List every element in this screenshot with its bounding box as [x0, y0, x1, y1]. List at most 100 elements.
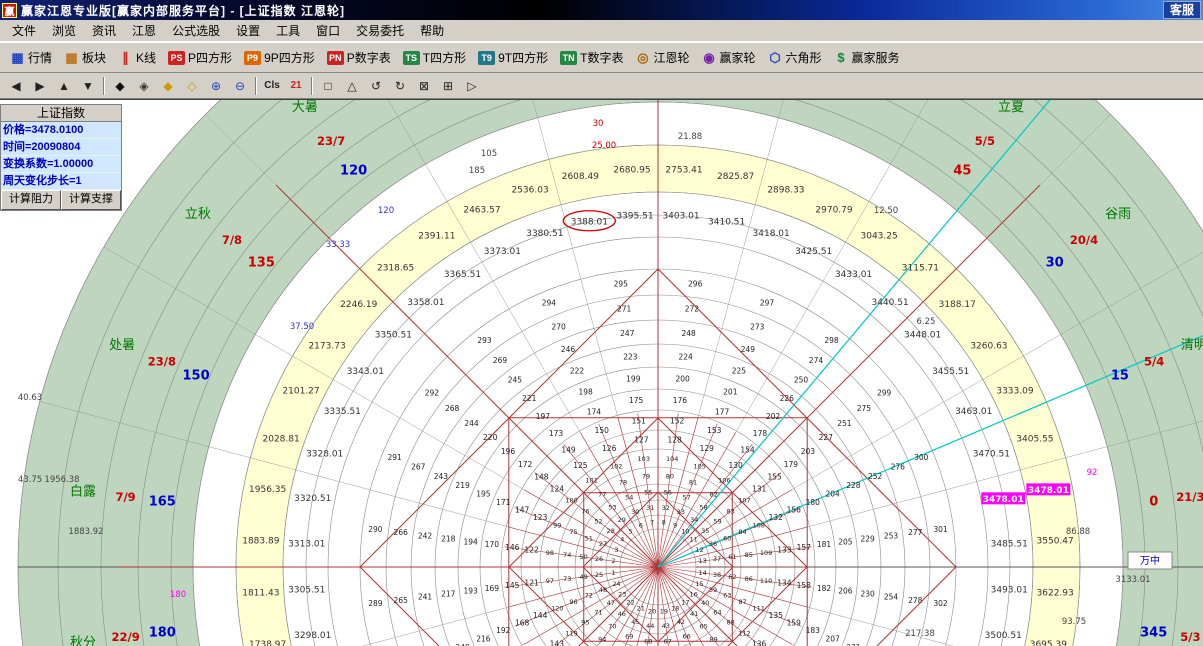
svg-text:226: 226 [780, 394, 795, 403]
svg-text:31: 31 [646, 504, 654, 512]
svg-text:3433.01: 3433.01 [835, 270, 872, 280]
svg-text:3478.01: 3478.01 [983, 495, 1024, 505]
svg-text:274: 274 [809, 356, 824, 365]
svg-text:40: 40 [701, 599, 709, 607]
menu-item-工具[interactable]: 工具 [268, 20, 308, 41]
tool-kline[interactable]: ∥K线 [112, 46, 162, 69]
svg-text:18: 18 [671, 605, 679, 613]
svg-text:345: 345 [1140, 625, 1167, 640]
svg-text:24: 24 [612, 580, 620, 588]
svg-text:3343.01: 3343.01 [347, 367, 384, 377]
menu-item-江恩[interactable]: 江恩 [124, 20, 164, 41]
svg-text:296: 296 [688, 279, 703, 288]
svg-text:80: 80 [666, 472, 674, 480]
menu-item-资讯[interactable]: 资讯 [84, 20, 124, 41]
rotate-left-button[interactable]: ↺ [364, 75, 388, 97]
svg-text:180: 180 [806, 498, 821, 507]
svg-text:23/7: 23/7 [317, 134, 345, 148]
svg-text:3350.51: 3350.51 [375, 330, 412, 340]
pointer-up-button[interactable]: ▲ [52, 75, 76, 97]
tool-kline-label: K线 [136, 49, 156, 66]
diamond-outline-button[interactable]: ◇ [180, 75, 204, 97]
svg-text:75: 75 [569, 528, 577, 536]
tool-p-table-icon: PN [327, 51, 344, 65]
svg-text:107: 107 [738, 497, 750, 505]
delete-tool-button[interactable]: ⊠ [412, 75, 436, 97]
tool-p-table-label: P数字表 [347, 49, 391, 66]
tool-winner-wheel[interactable]: ◉赢家轮 [695, 46, 761, 69]
tool-p-square[interactable]: PSP四方形 [162, 46, 238, 69]
tool-gann-wheel[interactable]: ◎江恩轮 [629, 46, 695, 69]
titlebar[interactable]: 赢 赢家江恩专业版[赢家内部服务平台] - [上证指数 江恩轮] 客服 [0, 0, 1203, 20]
rotate-right-button[interactable]: ↻ [388, 75, 412, 97]
tool-9p-square[interactable]: P99P四方形 [238, 46, 321, 69]
customer-service-button[interactable]: 客服 [1163, 1, 1201, 19]
svg-text:196: 196 [501, 447, 516, 456]
nav-left-button[interactable]: ◀ [4, 75, 28, 97]
svg-text:3470.51: 3470.51 [973, 449, 1010, 459]
svg-text:50: 50 [580, 553, 588, 561]
svg-text:179: 179 [784, 460, 799, 469]
svg-text:156: 156 [787, 506, 802, 515]
svg-text:85: 85 [745, 551, 753, 559]
tool-hexagon-label: 六角形 [786, 49, 822, 66]
ime-indicator[interactable]: 万中 [1140, 554, 1160, 567]
menu-item-浏览[interactable]: 浏览 [44, 20, 84, 41]
clear-button[interactable]: Cls [260, 75, 284, 97]
svg-text:275: 275 [857, 404, 872, 413]
svg-text:104: 104 [666, 455, 678, 463]
svg-text:222: 222 [570, 367, 585, 376]
svg-text:3493.01: 3493.01 [991, 586, 1028, 596]
svg-text:43: 43 [662, 622, 670, 630]
svg-text:3440.51: 3440.51 [871, 298, 908, 308]
pointer-down-button[interactable]: ▼ [76, 75, 100, 97]
chart-canvas[interactable]: 1234567891011121314151617181920212223242… [0, 99, 1203, 646]
diamond-center-button[interactable]: ◈ [132, 75, 156, 97]
svg-text:5: 5 [629, 527, 633, 535]
diamond-gold-button[interactable]: ◆ [156, 75, 180, 97]
menu-item-文件[interactable]: 文件 [4, 20, 44, 41]
tool-hexagon[interactable]: ⬡六角形 [762, 46, 828, 69]
tool-t-square[interactable]: TST四方形 [397, 46, 472, 69]
svg-text:249: 249 [741, 345, 756, 354]
cursor-tool-button[interactable]: ▷ [460, 75, 484, 97]
diamond-black-button[interactable]: ◆ [108, 75, 132, 97]
svg-text:217.38: 217.38 [905, 629, 935, 639]
svg-text:242: 242 [418, 531, 433, 540]
tool-t-table[interactable]: TNT数字表 [554, 46, 629, 69]
svg-text:204: 204 [825, 490, 840, 499]
menu-item-设置[interactable]: 设置 [228, 20, 268, 41]
svg-text:3115.71: 3115.71 [902, 263, 939, 273]
svg-text:61: 61 [728, 553, 736, 561]
svg-text:3395.51: 3395.51 [616, 211, 653, 221]
tool-p-table[interactable]: PNP数字表 [321, 46, 397, 69]
menu-item-交易委托[interactable]: 交易委托 [348, 20, 412, 41]
triangle-tool-button[interactable]: △ [340, 75, 364, 97]
zoom-out-button[interactable]: ⊖ [228, 75, 252, 97]
move-tool-button[interactable]: ⊞ [436, 75, 460, 97]
svg-text:3425.51: 3425.51 [795, 247, 832, 257]
menu-item-窗口[interactable]: 窗口 [308, 20, 348, 41]
tool-quotes[interactable]: ▦行情 [4, 46, 58, 69]
svg-text:108: 108 [752, 521, 764, 529]
button-计算阻力[interactable]: 计算阻力 [1, 190, 61, 210]
svg-text:221: 221 [522, 394, 537, 403]
tool-9t-square[interactable]: T99T四方形 [472, 46, 554, 69]
svg-text:1956.38: 1956.38 [44, 475, 79, 485]
tool-sectors[interactable]: ▩板块 [58, 46, 112, 69]
svg-text:20/4: 20/4 [1070, 233, 1098, 247]
tool-winner-service[interactable]: $赢家服务 [828, 46, 906, 69]
svg-text:78: 78 [619, 478, 627, 486]
app-logo-icon: 赢 [2, 3, 17, 18]
svg-text:159: 159 [787, 618, 802, 627]
svg-text:252: 252 [868, 472, 883, 481]
rect-tool-button[interactable]: □ [316, 75, 340, 97]
gann-wheel[interactable]: 1234567891011121314151617181920212223242… [0, 100, 1203, 646]
menu-item-公式选股[interactable]: 公式选股 [164, 20, 228, 41]
zoom-in-button[interactable]: ⊕ [204, 75, 228, 97]
calendar-button[interactable]: 21 [284, 75, 308, 97]
nav-right-button[interactable]: ▶ [28, 75, 52, 97]
svg-text:174: 174 [587, 407, 602, 416]
button-计算支撑[interactable]: 计算支撑 [61, 190, 121, 210]
menu-item-帮助[interactable]: 帮助 [412, 20, 452, 41]
